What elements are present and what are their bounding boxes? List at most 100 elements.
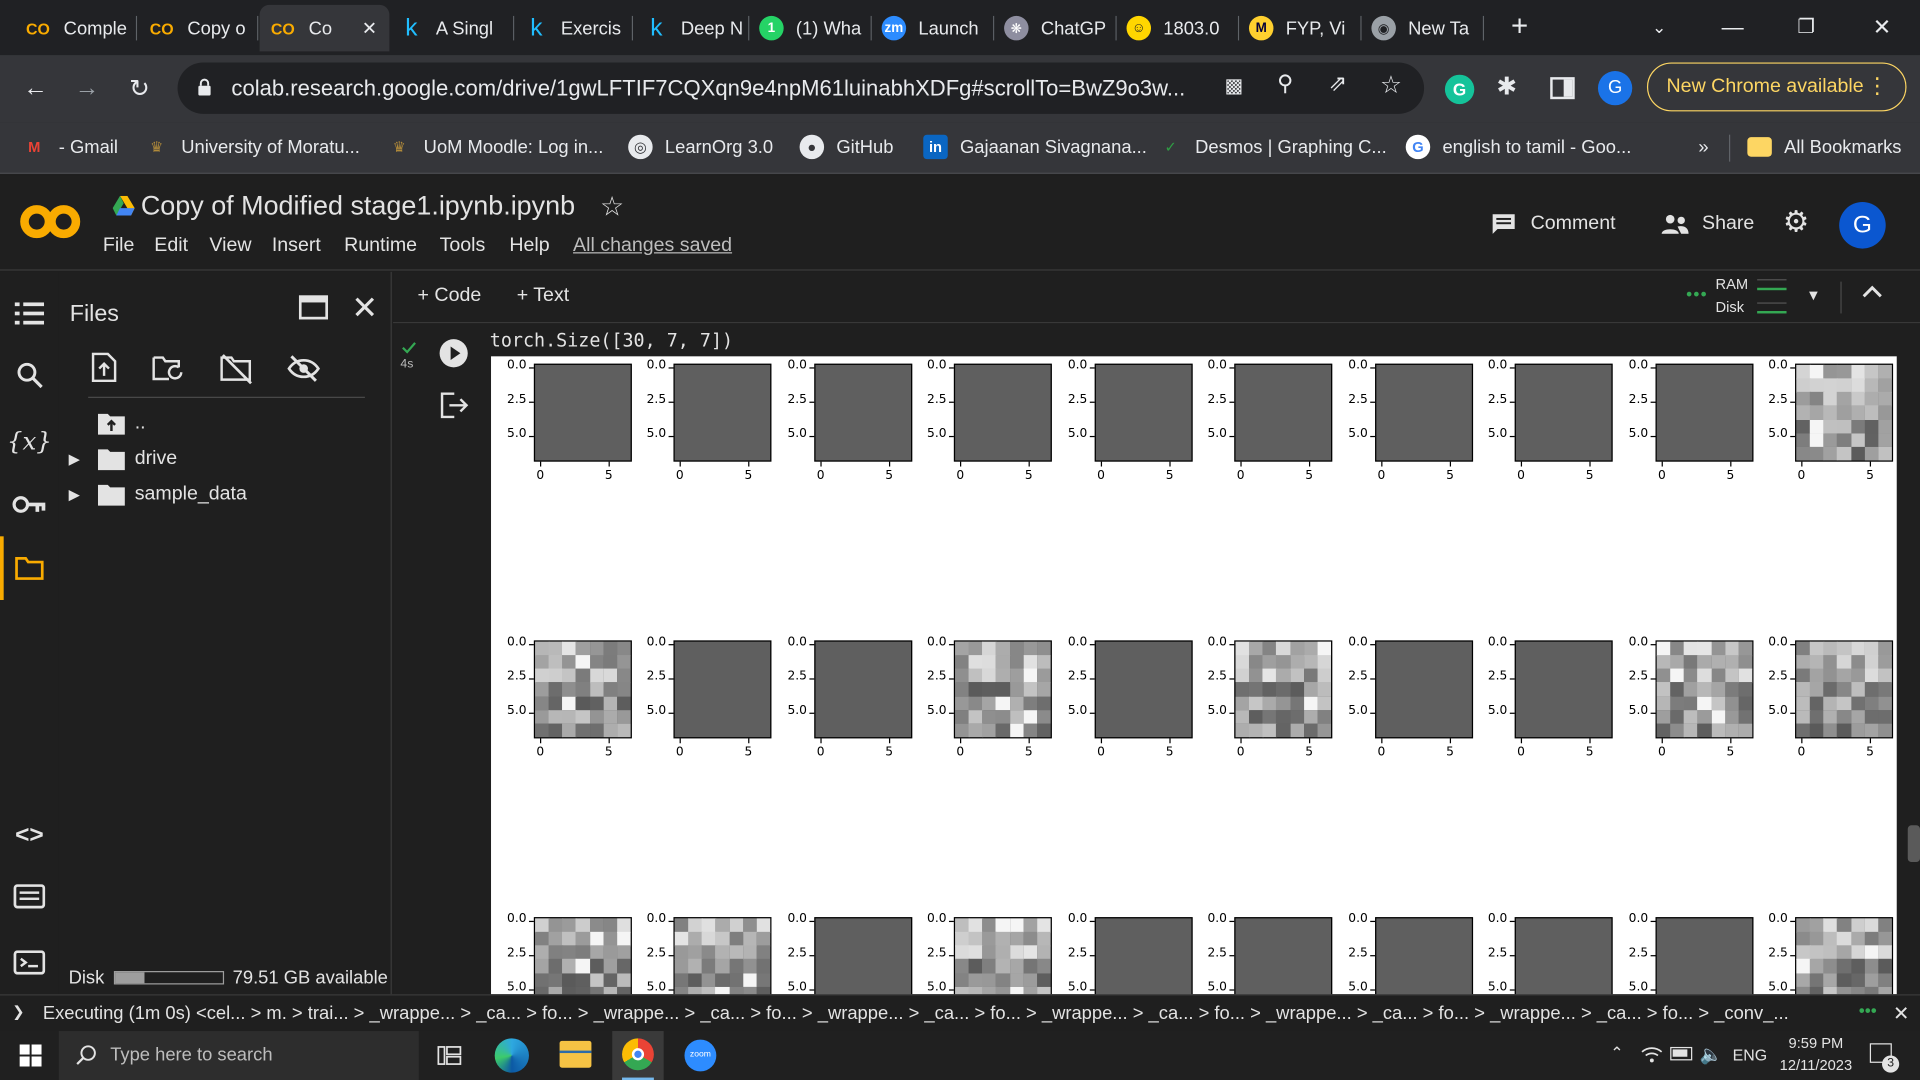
volume-icon[interactable]: 🔈 xyxy=(1700,1043,1723,1065)
notebook-title[interactable]: Copy of Modified stage1.ipynb.ipynb xyxy=(141,190,575,222)
browser-tab[interactable]: zm Launch xyxy=(872,5,995,52)
file-item-drive[interactable]: ▶ drive xyxy=(69,448,177,471)
open-in-tab-icon[interactable] xyxy=(298,295,329,320)
battery-icon[interactable] xyxy=(1670,1046,1693,1061)
tab-search-icon[interactable]: ⌄ xyxy=(1622,0,1695,54)
scrollbar-thumb[interactable] xyxy=(1907,825,1920,863)
file-item-sample-data[interactable]: ▶ sample_data xyxy=(69,484,247,506)
search-icon[interactable] xyxy=(0,350,59,399)
expand-arrow-icon[interactable]: ▶ xyxy=(69,486,89,503)
forward-icon[interactable]: → xyxy=(66,67,108,109)
unmount-drive-icon[interactable] xyxy=(219,353,253,385)
close-window-button[interactable]: ✕ xyxy=(1845,0,1918,54)
menu-runtime[interactable]: Runtime xyxy=(344,235,417,257)
collapse-header-icon[interactable] xyxy=(1862,279,1882,305)
clock-time[interactable]: 9:59 PM xyxy=(1773,1035,1859,1052)
secrets-key-icon[interactable] xyxy=(0,480,59,529)
browser-tab[interactable]: ❋ ChatGP xyxy=(994,5,1117,52)
files-folder-icon[interactable] xyxy=(0,544,59,593)
bookmark-item[interactable]: ● GitHub xyxy=(799,132,893,161)
grammarly-extension-icon[interactable]: G xyxy=(1444,74,1475,105)
close-status-icon[interactable]: ✕ xyxy=(1893,1002,1909,1026)
table-of-contents-icon[interactable] xyxy=(0,289,59,338)
add-code-button[interactable]: + Code xyxy=(418,285,482,307)
file-explorer-icon[interactable] xyxy=(559,1040,592,1068)
zoom-app-icon[interactable]: zoom xyxy=(684,1039,717,1072)
save-status[interactable]: All changes saved xyxy=(573,235,732,257)
menu-edit[interactable]: Edit xyxy=(154,235,188,257)
variables-icon[interactable]: {x} xyxy=(0,416,59,465)
taskbar-search-box[interactable]: Type here to search xyxy=(58,1031,419,1080)
file-item-parent[interactable]: .. xyxy=(97,413,146,435)
wifi-icon[interactable] xyxy=(1641,1044,1663,1064)
bookmark-star-icon[interactable]: ☆ xyxy=(1380,70,1409,99)
new-chrome-available-button[interactable]: New Chrome available ⋮ xyxy=(1646,62,1907,112)
browser-tab[interactable]: CO Comple xyxy=(15,5,138,52)
more-bookmarks-button[interactable]: » xyxy=(1698,132,1708,161)
all-bookmarks-folder[interactable]: All Bookmarks xyxy=(1747,132,1901,161)
comment-button[interactable]: Comment xyxy=(1491,209,1638,238)
upload-file-icon[interactable] xyxy=(91,352,118,383)
browser-tab[interactable]: ☺ 1803.0 xyxy=(1117,5,1240,52)
browser-tab[interactable]: k A Singl xyxy=(389,5,515,52)
menu-tools[interactable]: Tools xyxy=(440,235,486,257)
restore-button[interactable]: ❐ xyxy=(1769,0,1842,54)
bookmark-item[interactable]: ◎ LearnOrg 3.0 xyxy=(628,132,773,161)
zoom-icon[interactable]: ⚲ xyxy=(1277,71,1306,100)
close-tab-icon[interactable]: ✕ xyxy=(362,17,377,39)
colab-logo[interactable] xyxy=(20,197,84,246)
code-snippets-icon[interactable]: <> xyxy=(0,811,59,860)
star-icon[interactable]: ☆ xyxy=(600,191,624,223)
clock-date[interactable]: 12/11/2023 xyxy=(1768,1057,1864,1074)
hide-hidden-files-icon[interactable] xyxy=(287,355,321,382)
reload-icon[interactable]: ↻ xyxy=(119,67,161,109)
refresh-folder-icon[interactable] xyxy=(152,355,186,382)
runtime-dropdown-icon[interactable]: ▼ xyxy=(1806,287,1821,304)
browser-tab[interactable]: CO Copy o xyxy=(138,5,259,52)
browser-tab[interactable]: M FYP, Vi xyxy=(1239,5,1362,52)
menu-insert[interactable]: Insert xyxy=(272,235,321,257)
language-indicator[interactable]: ENG xyxy=(1733,1046,1767,1064)
new-tab-button[interactable]: + xyxy=(1502,10,1536,44)
terminal-icon[interactable] xyxy=(0,938,59,987)
share-button[interactable]: Share xyxy=(1660,209,1770,238)
side-panel-icon[interactable] xyxy=(1550,77,1575,100)
blocked-popup-icon[interactable]: ▩ xyxy=(1224,73,1253,102)
chrome-taskbar-button[interactable] xyxy=(612,1031,664,1080)
bookmark-item[interactable]: ✓ Desmos | Graphing C... xyxy=(1158,132,1386,161)
minimize-button[interactable]: — xyxy=(1696,0,1769,54)
show-hidden-icons-icon[interactable]: ⌃ xyxy=(1610,1043,1623,1063)
expand-arrow-icon[interactable]: ▶ xyxy=(69,451,89,468)
extensions-icon[interactable]: ✱ xyxy=(1496,71,1528,103)
close-panel-icon[interactable]: ✕ xyxy=(351,289,378,327)
expand-status-icon[interactable]: ❯ xyxy=(12,1003,24,1020)
browser-tab[interactable]: k Exercis xyxy=(514,5,634,52)
ram-meter[interactable] xyxy=(1757,279,1787,291)
add-text-button[interactable]: + Text xyxy=(517,285,569,307)
bookmark-item[interactable]: ♛ University of Moratu... xyxy=(144,132,360,161)
browser-tab[interactable]: 1 (1) Wha xyxy=(749,5,872,52)
browser-tab[interactable]: ◉ New Ta xyxy=(1362,5,1485,52)
run-cell-button[interactable] xyxy=(439,339,468,368)
back-icon[interactable]: ← xyxy=(15,67,57,109)
bookmark-item[interactable]: ♛ UoM Moodle: Log in... xyxy=(387,132,604,161)
edge-browser-icon[interactable] xyxy=(494,1038,529,1073)
command-palette-icon[interactable] xyxy=(0,872,59,921)
disk-meter[interactable] xyxy=(1757,302,1787,314)
share-page-icon[interactable]: ⇗ xyxy=(1329,71,1358,100)
execution-status[interactable]: Executing (1m 0s) <cel... > m. > trai...… xyxy=(43,1003,1849,1024)
menu-file[interactable]: File xyxy=(103,235,135,257)
address-bar[interactable]: colab.research.google.com/drive/1gwLFTIF… xyxy=(177,62,1425,114)
browser-tab[interactable]: k Deep N xyxy=(634,5,750,52)
bookmark-item[interactable]: M - Gmail xyxy=(22,132,118,161)
bookmark-item[interactable]: in Gajaanan Sivagnana... xyxy=(923,132,1147,161)
task-view-icon[interactable] xyxy=(437,1043,462,1067)
user-avatar[interactable]: G xyxy=(1839,202,1886,249)
windows-start-icon[interactable] xyxy=(19,1044,42,1067)
bookmark-item[interactable]: Genglish to tamil - Goo... xyxy=(1405,132,1631,161)
menu-help[interactable]: Help xyxy=(509,235,549,257)
output-actions-icon[interactable] xyxy=(440,392,469,419)
menu-view[interactable]: View xyxy=(209,235,251,257)
settings-gear-icon[interactable]: ⚙ xyxy=(1783,206,1815,239)
profile-avatar[interactable]: G xyxy=(1597,71,1633,106)
